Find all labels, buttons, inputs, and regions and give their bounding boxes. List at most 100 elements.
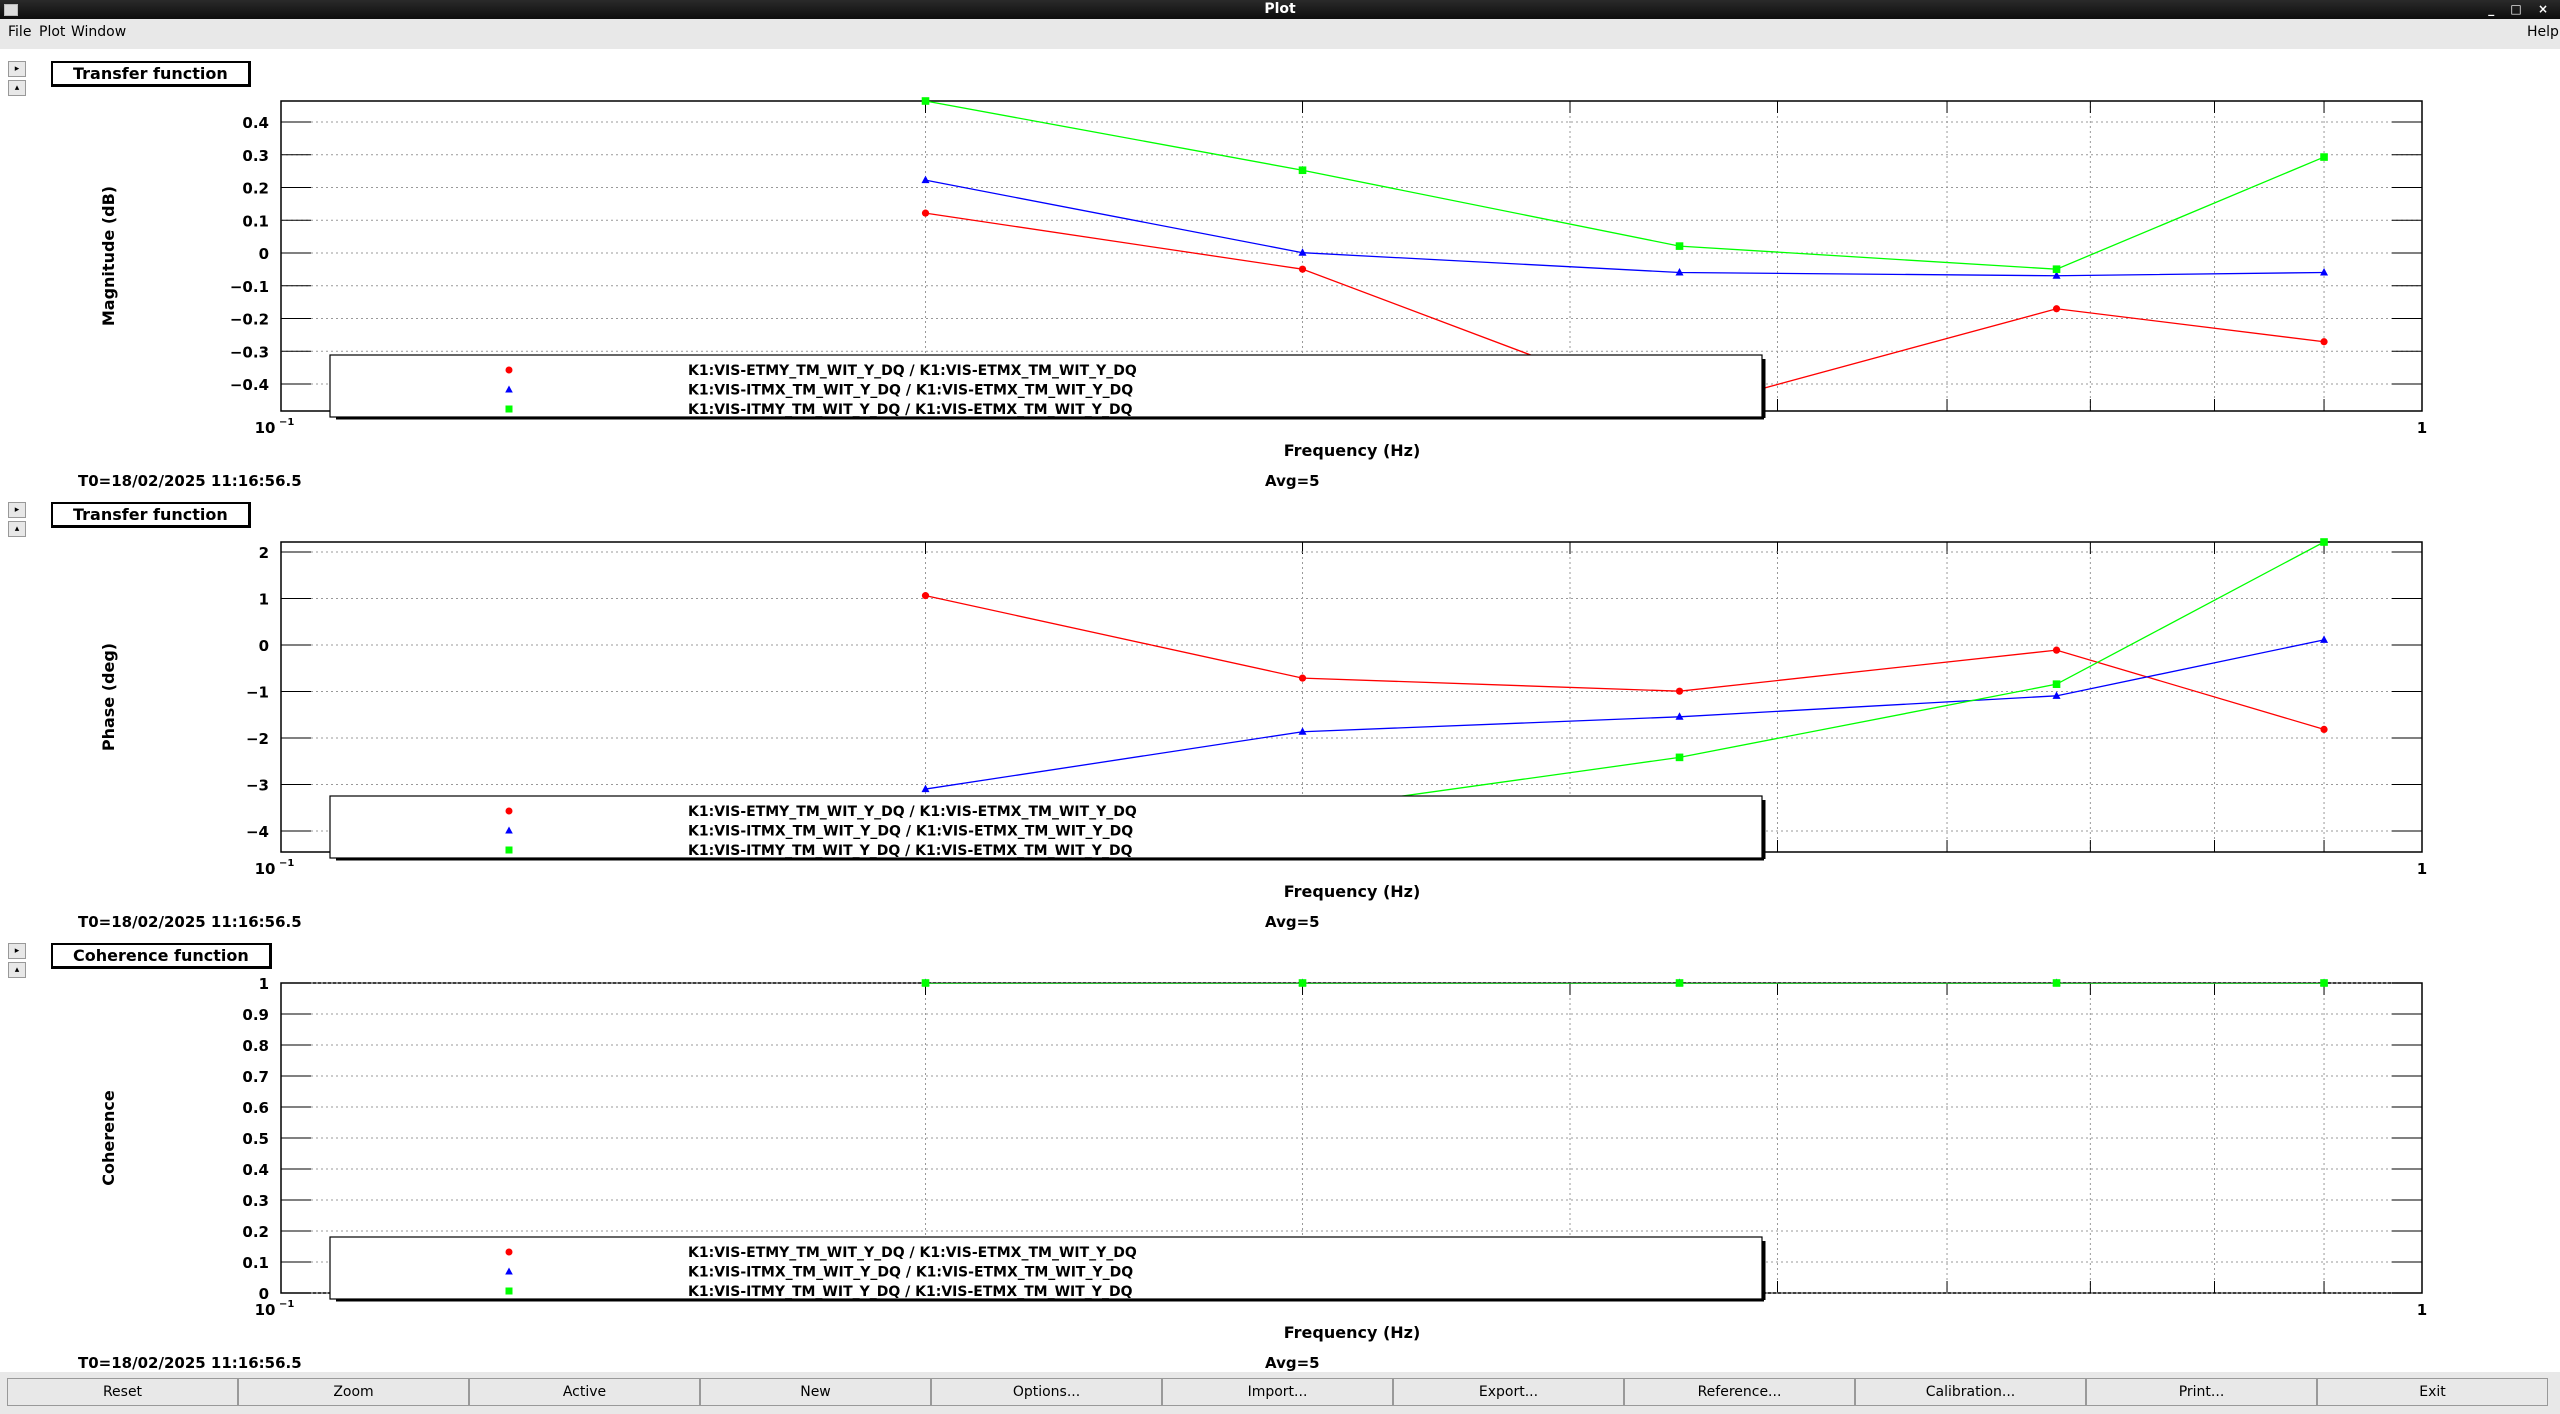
legend-entry-label: K1:VIS-ETMY_TM_WIT_Y_DQ / K1:VIS-ETMX_TM… xyxy=(688,804,1137,820)
t0-label: T0=18/02/2025 11:16:56.5 xyxy=(78,913,302,931)
reset-button[interactable]: Reset xyxy=(7,1378,238,1406)
y-tick-label: 0.3 xyxy=(242,147,269,165)
y-tick-label: 0 xyxy=(259,245,269,263)
button-bar: Reset Zoom Active New Options... Import.… xyxy=(0,1374,2560,1414)
app-icon[interactable] xyxy=(4,4,18,16)
x-tick-label: 1 xyxy=(2417,1301,2427,1319)
data-point-circle xyxy=(1298,265,1307,273)
legend-marker-circle xyxy=(505,1248,513,1256)
menu-help[interactable]: Help xyxy=(2527,19,2559,46)
window-titlebar: Plot _ □ × xyxy=(0,0,2560,19)
plot-pane-coherence: ▸ ▴ Coherence function 1 0.9 0.8 0.7 0.6 0.5 0… xyxy=(0,931,2560,1372)
exit-button[interactable]: Exit xyxy=(2317,1378,2548,1406)
magnitude-plot[interactable]: 0.4 0.3 0.2 0.1 0 −0.1 −0.2 −0.3 −0.4 Magnitude (… xyxy=(0,49,2560,490)
avg-label: Avg=5 xyxy=(1265,472,1320,490)
y-tick-label: 0.3 xyxy=(242,1192,269,1210)
y-tick-label: 1 xyxy=(259,591,269,609)
legend-marker-square xyxy=(505,846,513,854)
x-tick-label: 1 xyxy=(2417,860,2427,878)
x-axis-label: Frequency (Hz) xyxy=(1284,1323,1421,1342)
menu-file[interactable]: File xyxy=(8,19,31,46)
y-tick-label: 0 xyxy=(259,637,269,655)
menu-bar: File Plot Window Help xyxy=(0,19,2560,46)
legend-marker-square xyxy=(505,1287,513,1295)
y-tick-label: −0.1 xyxy=(230,278,269,296)
plot-pane-phase: ▸ ▴ Transfer function 2 1 0 −1 −2 −3 −4 Phase (… xyxy=(0,490,2560,931)
y-tick-label: 0.7 xyxy=(242,1068,269,1086)
y-tick-label: 0.2 xyxy=(242,180,269,198)
data-point-square xyxy=(2320,538,2328,546)
new-button[interactable]: New xyxy=(700,1378,931,1406)
data-point-square xyxy=(2052,979,2061,987)
reference-button[interactable]: Reference... xyxy=(1624,1378,1855,1406)
legend: K1:VIS-ETMY_TM_WIT_Y_DQ / K1:VIS-ETMX_TM… xyxy=(329,1236,1766,1302)
x-tick-label-exponent: −1 xyxy=(279,1299,294,1310)
export-button[interactable]: Export... xyxy=(1393,1378,1624,1406)
y-tick-label: 0.9 xyxy=(242,1006,269,1024)
data-point-circle xyxy=(921,592,930,600)
data-point-square xyxy=(1675,242,1684,250)
plot-pane-magnitude: ▸ ▴ Transfer function 0.4 0.3 0.2 0.1 0 −0.1−… xyxy=(0,49,2560,490)
options-button[interactable]: Options... xyxy=(931,1378,1162,1406)
legend: K1:VIS-ETMY_TM_WIT_Y_DQ / K1:VIS-ETMX_TM… xyxy=(329,354,1766,420)
x-tick-label-exponent: −1 xyxy=(279,417,294,428)
menu-window[interactable]: Window xyxy=(71,19,126,46)
calibration-button[interactable]: Calibration... xyxy=(1855,1378,2086,1406)
y-tick-label: −2 xyxy=(246,730,269,748)
window-controls[interactable]: _ □ × xyxy=(2488,0,2554,19)
legend-marker-square xyxy=(505,405,513,413)
legend-entry-label: K1:VIS-ETMY_TM_WIT_Y_DQ / K1:VIS-ETMX_TM… xyxy=(688,1245,1137,1261)
active-button[interactable]: Active xyxy=(469,1378,700,1406)
y-tick-label: 0.4 xyxy=(242,114,269,132)
x-tick-label: 10 xyxy=(255,419,276,437)
y-axis-label: Magnitude (dB) xyxy=(99,186,118,326)
import-button[interactable]: Import... xyxy=(1162,1378,1393,1406)
data-point-circle xyxy=(2052,646,2061,654)
legend-entry-label: K1:VIS-ITMY_TM_WIT_Y_DQ / K1:VIS-ETMX_TM… xyxy=(688,843,1133,859)
x-tick-label: 10 xyxy=(255,1301,276,1319)
print-button[interactable]: Print... xyxy=(2086,1378,2317,1406)
menu-plot[interactable]: Plot xyxy=(39,19,65,46)
avg-label: Avg=5 xyxy=(1265,1354,1320,1372)
y-axis-label: Coherence xyxy=(99,1090,118,1186)
window-title: Plot xyxy=(1264,1,1296,17)
y-tick-label: 0.5 xyxy=(242,1130,269,1148)
y-tick-label: 0.1 xyxy=(242,1254,269,1272)
data-point-circle xyxy=(2320,725,2328,733)
data-point-square xyxy=(921,97,930,105)
x-axis-label: Frequency (Hz) xyxy=(1284,882,1421,901)
y-tick-label: 0.6 xyxy=(242,1099,269,1117)
legend-entry-label: K1:VIS-ETMY_TM_WIT_Y_DQ / K1:VIS-ETMX_TM… xyxy=(688,363,1137,379)
data-point-circle xyxy=(1675,687,1684,695)
data-point-square xyxy=(2320,153,2328,161)
x-tick-label-exponent: −1 xyxy=(279,858,294,869)
t0-label: T0=18/02/2025 11:16:56.5 xyxy=(78,472,302,490)
avg-label: Avg=5 xyxy=(1265,913,1320,931)
data-point-square xyxy=(921,979,930,987)
zoom-button[interactable]: Zoom xyxy=(238,1378,469,1406)
legend-entry-label: K1:VIS-ITMY_TM_WIT_Y_DQ / K1:VIS-ETMX_TM… xyxy=(688,1284,1133,1300)
coherence-plot[interactable]: 10.90.80.70.60.50.40.30.20.10CoherenceFr… xyxy=(0,931,2560,1372)
data-point-circle xyxy=(921,209,930,217)
legend-entry-label: K1:VIS-ITMX_TM_WIT_Y_DQ / K1:VIS-ETMX_TM… xyxy=(688,1265,1133,1281)
y-tick-label: 0.8 xyxy=(242,1037,269,1055)
t0-label: T0=18/02/2025 11:16:56.5 xyxy=(78,1354,302,1372)
data-point-square xyxy=(1298,166,1307,175)
data-point-circle xyxy=(1298,674,1307,682)
legend-marker-circle xyxy=(505,807,513,815)
x-axis-label: Frequency (Hz) xyxy=(1284,441,1421,460)
data-point-square xyxy=(2052,680,2061,688)
data-point-circle xyxy=(2320,338,2328,346)
y-tick-label: −0.2 xyxy=(230,311,269,329)
data-point-square xyxy=(2320,979,2328,987)
phase-plot[interactable]: 210−1−2−3−4Phase (deg)Frequency (Hz)10 −1… xyxy=(0,490,2560,931)
data-point-square xyxy=(2052,265,2061,273)
y-tick-label: −3 xyxy=(246,777,269,795)
x-tick-label: 10 xyxy=(255,860,276,878)
y-tick-label: 0.1 xyxy=(242,212,269,230)
y-tick-label: −1 xyxy=(246,684,269,702)
y-tick-label: 2 xyxy=(259,544,269,562)
legend-entry-label: K1:VIS-ITMX_TM_WIT_Y_DQ / K1:VIS-ETMX_TM… xyxy=(688,383,1133,399)
data-point-circle xyxy=(2052,305,2061,313)
data-point-square xyxy=(1675,979,1684,987)
